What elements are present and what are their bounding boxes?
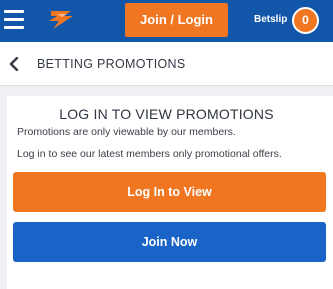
menu-line xyxy=(4,10,24,13)
card-title: LOG IN TO VIEW PROMOTIONS xyxy=(59,106,274,122)
menu-line xyxy=(4,26,24,29)
chevron-left-icon[interactable] xyxy=(8,57,20,71)
join-login-button[interactable]: Join / Login xyxy=(125,3,228,37)
top-navigation-bar: Join / Login Betslip 0 xyxy=(0,0,333,42)
betslip-label[interactable]: Betslip xyxy=(254,14,287,26)
hamburger-menu-icon[interactable] xyxy=(4,10,26,30)
card-description: Promotions are only viewable by our memb… xyxy=(17,126,236,138)
menu-line xyxy=(4,18,24,21)
betslip-count-badge[interactable]: 0 xyxy=(292,7,319,34)
join-now-button[interactable]: Join Now xyxy=(13,222,326,262)
page-header: BETTING PROMOTIONS xyxy=(0,42,333,86)
brand-logo-icon[interactable] xyxy=(47,9,75,31)
log-in-to-view-button[interactable]: Log In to View xyxy=(13,172,326,212)
promotions-login-card: LOG IN TO VIEW PROMOTIONS Promotions are… xyxy=(7,96,333,289)
page-title: BETTING PROMOTIONS xyxy=(37,57,186,71)
card-description: Log in to see our latest members only pr… xyxy=(17,148,282,160)
